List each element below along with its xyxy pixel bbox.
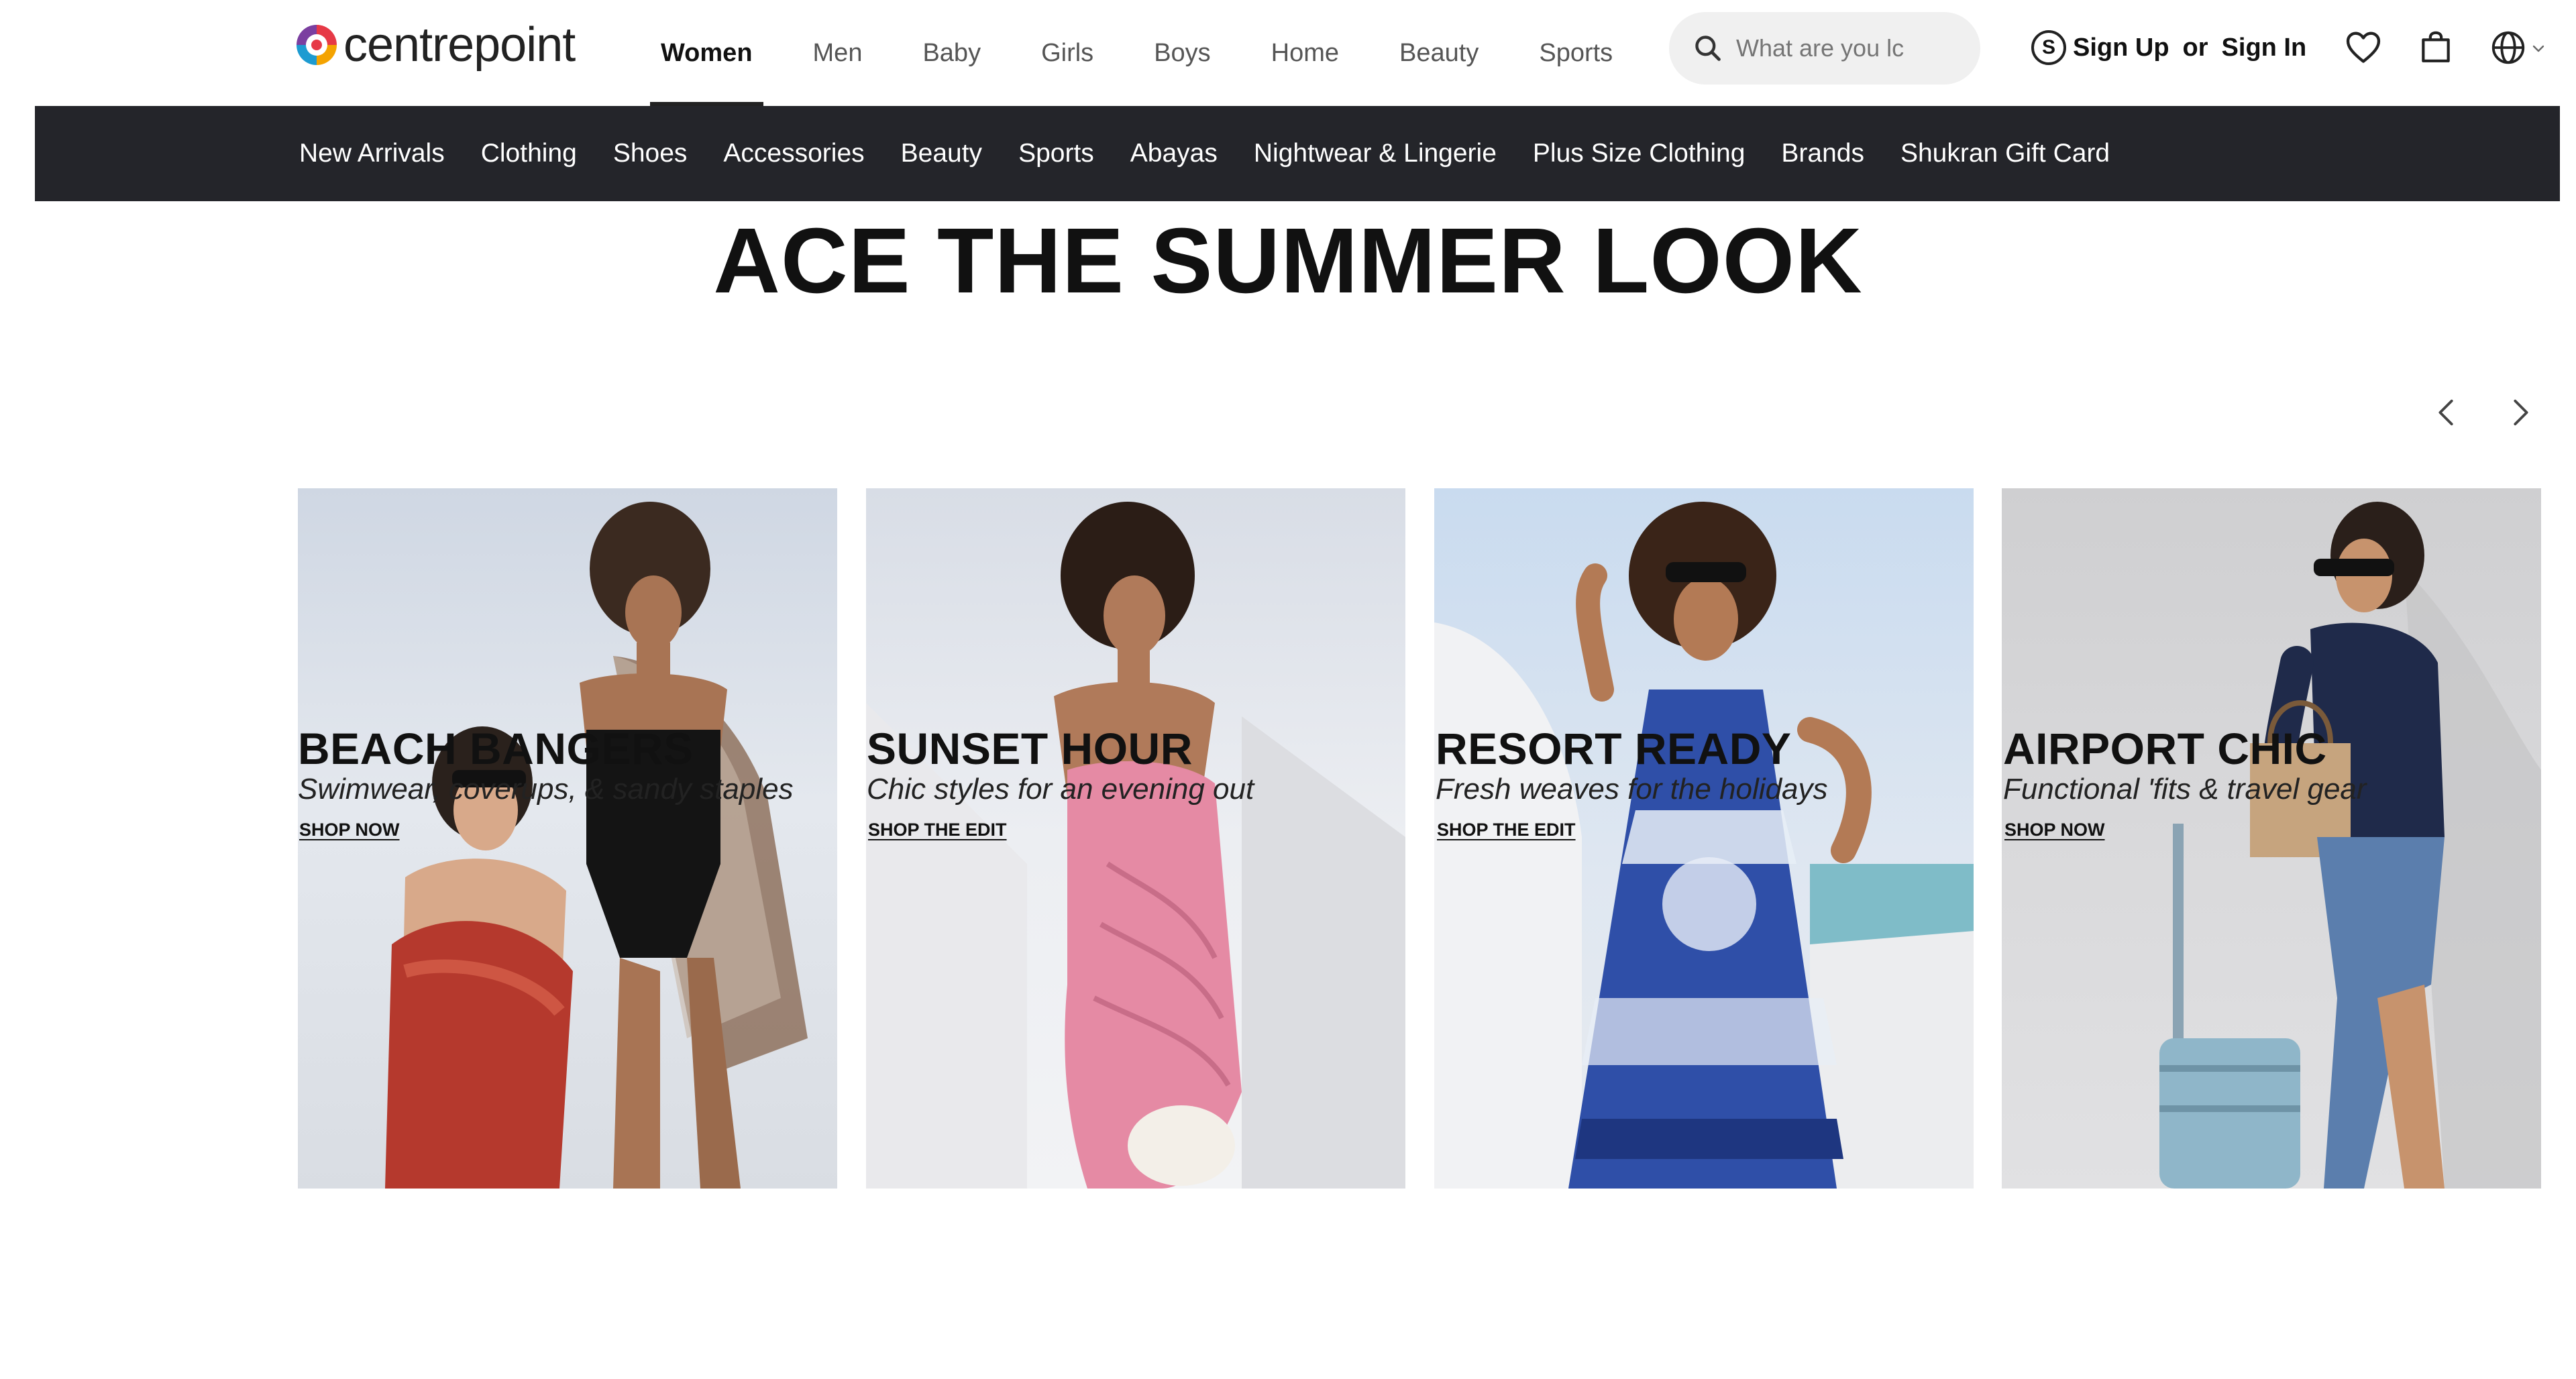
category-shoes[interactable]: Shoes	[613, 139, 688, 168]
bag-icon	[2422, 31, 2450, 62]
cart-button[interactable]	[2414, 25, 2458, 70]
logo-text: centrepoint	[343, 18, 576, 72]
auth-links: S Sign Up or Sign In	[2031, 25, 2306, 70]
carousel-next-button[interactable]	[2497, 389, 2544, 436]
top-header: centrepoint Women Men Baby Girls Boys Ho…	[0, 0, 2576, 106]
category-abayas[interactable]: Abayas	[1130, 139, 1218, 168]
chevron-left-icon	[2438, 399, 2453, 426]
nav-women[interactable]: Women	[650, 0, 763, 106]
category-accessories[interactable]: Accessories	[723, 139, 864, 168]
category-clothing[interactable]: Clothing	[481, 139, 577, 168]
nav-baby[interactable]: Baby	[922, 0, 981, 106]
category-gift-card[interactable]: Shukran Gift Card	[1900, 139, 2110, 168]
card-title-resort-ready[interactable]: RESORT READY	[1436, 723, 1791, 774]
nav-boys[interactable]: Boys	[1154, 0, 1210, 106]
search-input[interactable]	[1735, 34, 1959, 63]
carousel-prev-button[interactable]	[2423, 389, 2470, 436]
category-beauty[interactable]: Beauty	[901, 139, 982, 168]
shop-the-edit-link-sunset[interactable]: SHOP THE EDIT	[868, 820, 1007, 840]
card-title-beach-bangers[interactable]: BEACH BANGERS	[298, 723, 694, 774]
globe-icon	[2491, 31, 2525, 64]
or-text: or	[2182, 33, 2208, 62]
search-box[interactable]	[1669, 12, 1980, 85]
nav-beauty[interactable]: Beauty	[1399, 0, 1479, 106]
search-icon	[1695, 36, 1721, 61]
language-button[interactable]	[2486, 25, 2530, 70]
card-subtitle-airport-chic: Functional 'fits & travel gear	[2003, 773, 2367, 806]
nav-home[interactable]: Home	[1271, 0, 1339, 106]
chevron-down-icon[interactable]	[2530, 40, 2546, 56]
chevron-right-icon	[2514, 399, 2528, 426]
shukran-s-icon: S	[2031, 30, 2066, 65]
category-sports[interactable]: Sports	[1018, 139, 1094, 168]
category-nightwear-lingerie[interactable]: Nightwear & Lingerie	[1254, 139, 1497, 168]
shop-the-edit-link-resort[interactable]: SHOP THE EDIT	[1437, 820, 1576, 840]
nav-sports[interactable]: Sports	[1539, 0, 1613, 106]
card-title-sunset-hour[interactable]: SUNSET HOUR	[867, 723, 1193, 774]
card-subtitle-resort-ready: Fresh weaves for the holidays	[1436, 773, 1828, 806]
sign-up-link[interactable]: Sign Up	[2073, 34, 2169, 62]
card-subtitle-beach-bangers: Swimwear, coverups, & sandy staples	[298, 773, 794, 806]
nav-men[interactable]: Men	[813, 0, 863, 106]
category-bar: New Arrivals Clothing Shoes Accessories …	[35, 106, 2560, 201]
section-headline: ACE THE SUMMER LOOK	[713, 209, 1863, 313]
card-title-airport-chic[interactable]: AIRPORT CHIC	[2003, 723, 2327, 774]
centrepoint-logo[interactable]: centrepoint	[297, 15, 576, 75]
sign-in-link[interactable]: Sign In	[2222, 34, 2307, 62]
category-plus-size[interactable]: Plus Size Clothing	[1533, 139, 1746, 168]
card-subtitle-sunset-hour: Chic styles for an evening out	[867, 773, 1254, 806]
shop-now-link-airport[interactable]: SHOP NOW	[2004, 820, 2105, 840]
category-brands[interactable]: Brands	[1781, 139, 1864, 168]
wishlist-button[interactable]	[2341, 25, 2385, 70]
main-nav: Women Men Baby Girls Boys Home Beauty Sp…	[627, 0, 1613, 106]
logo-mark-icon	[297, 25, 337, 65]
nav-girls[interactable]: Girls	[1041, 0, 1093, 106]
category-new-arrivals[interactable]: New Arrivals	[299, 139, 445, 168]
category-list: New Arrivals Clothing Shoes Accessories …	[299, 106, 2146, 201]
heart-icon	[2346, 32, 2381, 63]
shop-now-link-beach[interactable]: SHOP NOW	[299, 820, 400, 840]
